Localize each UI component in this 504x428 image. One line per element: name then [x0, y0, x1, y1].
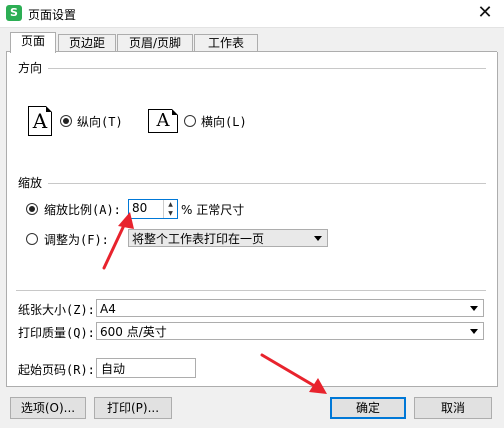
annotation-arrow-ok — [260, 353, 327, 394]
annotation-arrow-scale — [102, 212, 134, 270]
annotation-arrows — [102, 212, 327, 394]
tab-page[interactable]: 页面 — [10, 32, 56, 53]
